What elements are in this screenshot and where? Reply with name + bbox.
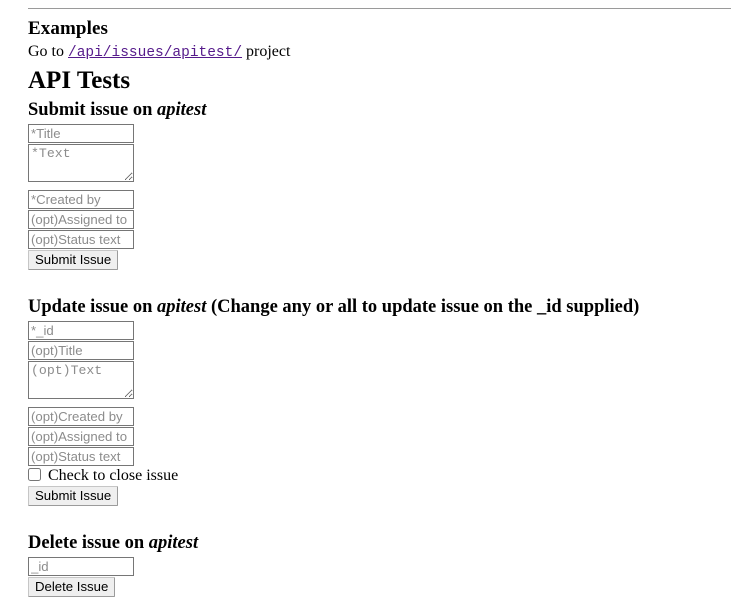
delete-issue-form: Delete Issue [28, 557, 731, 598]
submit-heading-prefix: Submit issue on [28, 100, 158, 121]
submit-created-by-input[interactable] [28, 190, 134, 210]
delete-issue-button[interactable]: Delete Issue [28, 577, 116, 598]
update-title-input[interactable] [28, 341, 134, 361]
submit-issue-form: Submit Issue [28, 124, 731, 271]
update-text-textarea[interactable] [28, 361, 134, 400]
submit-created-by-row [28, 190, 731, 210]
update-id-row [28, 321, 731, 341]
page-container: Examples Go to /api/issues/apitest/ proj… [0, 0, 739, 605]
update-status-text-input[interactable] [28, 447, 134, 467]
close-issue-checkbox-label: Check to close issue [48, 467, 179, 485]
section-gap-2 [28, 506, 731, 532]
delete-heading-project: apitest [148, 533, 199, 554]
submit-status-text-input[interactable] [28, 230, 134, 250]
delete-form-heading: Delete issue on apitest [28, 532, 731, 554]
delete-heading-prefix: Delete issue on [28, 533, 149, 554]
submit-heading-project: apitest [157, 100, 207, 121]
submit-assigned-to-input[interactable] [28, 210, 134, 230]
submit-issue-button[interactable]: Submit Issue [28, 250, 119, 271]
page-title: API Tests [28, 67, 131, 95]
update-assigned-to-input[interactable] [28, 427, 134, 447]
top-divider [28, 8, 731, 9]
submit-form-heading: Submit issue on apitest [28, 99, 731, 121]
close-issue-checkbox[interactable] [28, 468, 41, 482]
update-status-text-row [28, 447, 731, 467]
submit-assigned-to-row [28, 210, 731, 230]
update-created-by-input[interactable] [28, 407, 134, 427]
goto-suffix-text: project [242, 43, 291, 61]
examples-heading: Examples [28, 18, 108, 39]
update-heading-prefix: Update issue on [28, 297, 158, 318]
update-heading-suffix: (Change any or all to update issue on th… [206, 297, 640, 318]
submit-text-textarea[interactable] [28, 144, 134, 183]
goto-project-line: Go to /api/issues/apitest/ project [28, 42, 731, 63]
update-text-row [28, 361, 731, 400]
update-assigned-to-row [28, 427, 731, 447]
submit-spacer [28, 183, 731, 190]
submit-status-text-row [28, 230, 731, 250]
submit-text-row [28, 144, 731, 183]
update-issue-form: Check to close issue Submit Issue [28, 321, 731, 507]
update-created-by-row [28, 407, 731, 427]
update-form-heading: Update issue on apitest (Change any or a… [28, 296, 731, 318]
update-id-input[interactable] [28, 321, 134, 341]
update-title-row [28, 341, 731, 361]
update-issue-button[interactable]: Submit Issue [28, 486, 119, 507]
submit-title-input[interactable] [28, 124, 134, 144]
goto-prefix-text: Go to [28, 43, 68, 61]
delete-id-input[interactable] [28, 557, 134, 577]
section-gap-1 [28, 270, 731, 296]
update-heading-project: apitest [157, 297, 207, 318]
submit-title-row [28, 124, 731, 144]
delete-id-row [28, 557, 731, 577]
close-issue-checkbox-row[interactable]: Check to close issue [28, 467, 731, 485]
api-issues-link[interactable]: /api/issues/apitest/ [68, 45, 242, 61]
update-spacer [28, 400, 731, 407]
